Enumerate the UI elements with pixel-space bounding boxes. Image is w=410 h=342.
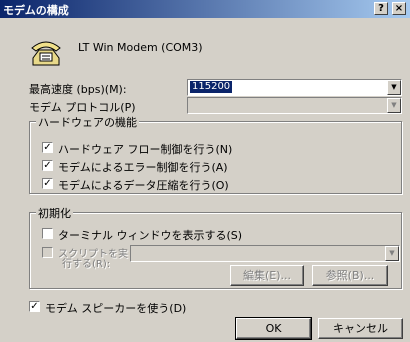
speaker-label[interactable]: モデム スピーカーを使う(D) <box>45 300 186 316</box>
modem-name: LT Win Modem (COM3) <box>78 41 203 54</box>
edit-button[interactable]: 編集(E)... <box>230 265 304 286</box>
terminal-label[interactable]: ターミナル ウィンドウを表示する(S) <box>58 227 242 243</box>
chevron-down-icon[interactable]: ▼ <box>385 246 399 261</box>
protocol-select[interactable]: ▼ <box>187 97 402 114</box>
help-button[interactable]: ? <box>374 2 388 15</box>
speed-select[interactable]: 115200 ▼ <box>187 79 402 96</box>
speaker-checkbox[interactable]: ✓ <box>29 301 40 312</box>
speed-label: 最高速度 (bps)(M): <box>29 83 127 96</box>
hw-flow-label[interactable]: ハードウェア フロー制御を行う(N) <box>58 141 232 157</box>
cancel-button[interactable]: キャンセル <box>318 318 403 339</box>
compression-checkbox[interactable]: ✓ <box>42 178 53 189</box>
chevron-down-icon[interactable]: ▼ <box>387 98 401 113</box>
compression-label[interactable]: モデムによるデータ圧縮を行う(O) <box>58 177 229 193</box>
title-bar: モデムの構成 ? × <box>0 0 410 18</box>
script-select[interactable]: ▼ <box>130 245 400 262</box>
ok-button[interactable]: OK <box>235 317 312 340</box>
hardware-group-title: ハードウェアの機能 <box>36 114 139 130</box>
chevron-down-icon[interactable]: ▼ <box>387 80 401 95</box>
modem-phone-icon <box>31 41 61 66</box>
init-group-title: 初期化 <box>36 205 73 221</box>
error-control-checkbox[interactable]: ✓ <box>42 160 53 171</box>
error-control-label[interactable]: モデムによるエラー制御を行う(A) <box>58 159 228 175</box>
browse-button[interactable]: 参照(B)... <box>312 265 388 286</box>
script-checkbox[interactable] <box>42 247 53 258</box>
hw-flow-checkbox[interactable]: ✓ <box>42 142 53 153</box>
window-title: モデムの構成 <box>3 4 69 17</box>
close-button[interactable]: × <box>392 2 406 15</box>
speed-value: 115200 <box>190 81 233 93</box>
protocol-label: モデム プロトコル(P) <box>29 101 136 114</box>
script-label-line2: 行する(R): <box>62 259 111 270</box>
terminal-checkbox[interactable] <box>42 228 53 239</box>
